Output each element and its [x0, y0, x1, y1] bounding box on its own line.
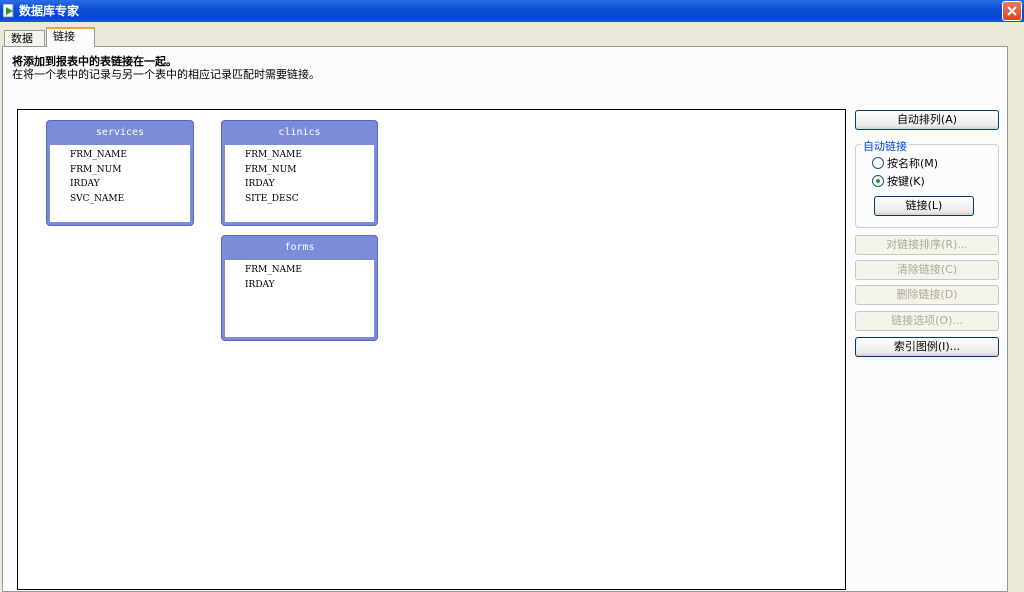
link-button[interactable]: 链接(L) [874, 196, 974, 216]
table-box-forms[interactable]: forms FRM_NAME IRDAY [221, 235, 378, 341]
close-button[interactable] [1002, 1, 1022, 21]
table-box-clinics[interactable]: clinics FRM_NAME FRM_NUM IRDAY SITE_DESC [221, 120, 378, 226]
radio-by-name[interactable]: 按名称(M) [872, 157, 938, 171]
radio-by-name-label: 按名称(M) [887, 157, 939, 170]
field-item[interactable]: FRM_NUM [245, 163, 374, 178]
field-list: FRM_NAME FRM_NUM IRDAY SITE_DESC [225, 145, 374, 222]
radio-by-key[interactable]: 按键(K) [872, 175, 925, 189]
field-item[interactable]: IRDAY [245, 177, 374, 192]
title-bar: 数据库专家 [0, 0, 1024, 22]
radio-by-key-label: 按键(K) [887, 175, 925, 188]
field-item[interactable]: IRDAY [245, 278, 374, 293]
table-title: clinics [278, 127, 321, 138]
delete-link-button[interactable]: 删除链接(D) [855, 285, 999, 305]
table-title: forms [284, 242, 315, 253]
order-links-button[interactable]: 对链接排序(R)... [855, 235, 999, 255]
database-expert-icon [3, 4, 14, 18]
field-item[interactable]: FRM_NAME [70, 148, 190, 163]
field-list: FRM_NAME FRM_NUM IRDAY SVC_NAME [50, 145, 190, 222]
auto-link-label: 自动链接 [861, 138, 909, 154]
field-item[interactable]: FRM_NUM [70, 163, 190, 178]
field-item[interactable]: SITE_DESC [245, 192, 374, 207]
field-item[interactable]: FRM_NAME [245, 148, 374, 163]
link-canvas[interactable]: services FRM_NAME FRM_NUM IRDAY SVC_NAME… [17, 109, 846, 590]
table-box-services[interactable]: services FRM_NAME FRM_NUM IRDAY SVC_NAME [46, 120, 194, 226]
radio-unchecked-icon [872, 157, 884, 169]
field-item[interactable]: IRDAY [70, 177, 190, 192]
tab-links[interactable]: 链接 [46, 27, 95, 47]
radio-checked-icon [872, 175, 884, 187]
tab-data[interactable]: 数据 [4, 30, 45, 47]
field-list: FRM_NAME IRDAY [225, 260, 374, 337]
field-item[interactable]: FRM_NAME [245, 263, 374, 278]
close-icon [1007, 6, 1017, 16]
auto-arrange-button[interactable]: 自动排列(A) [855, 110, 999, 130]
field-item[interactable]: SVC_NAME [70, 192, 190, 207]
clear-links-button[interactable]: 清除链接(C) [855, 260, 999, 280]
index-legend-button[interactable]: 索引图例(I)... [855, 337, 999, 357]
window-title: 数据库专家 [19, 4, 80, 18]
table-title: services [95, 127, 145, 138]
page-description: 在将一个表中的记录与另一个表中的相应记录匹配时需要链接。 [12, 68, 320, 81]
link-options-button[interactable]: 链接选项(O)... [855, 311, 999, 331]
